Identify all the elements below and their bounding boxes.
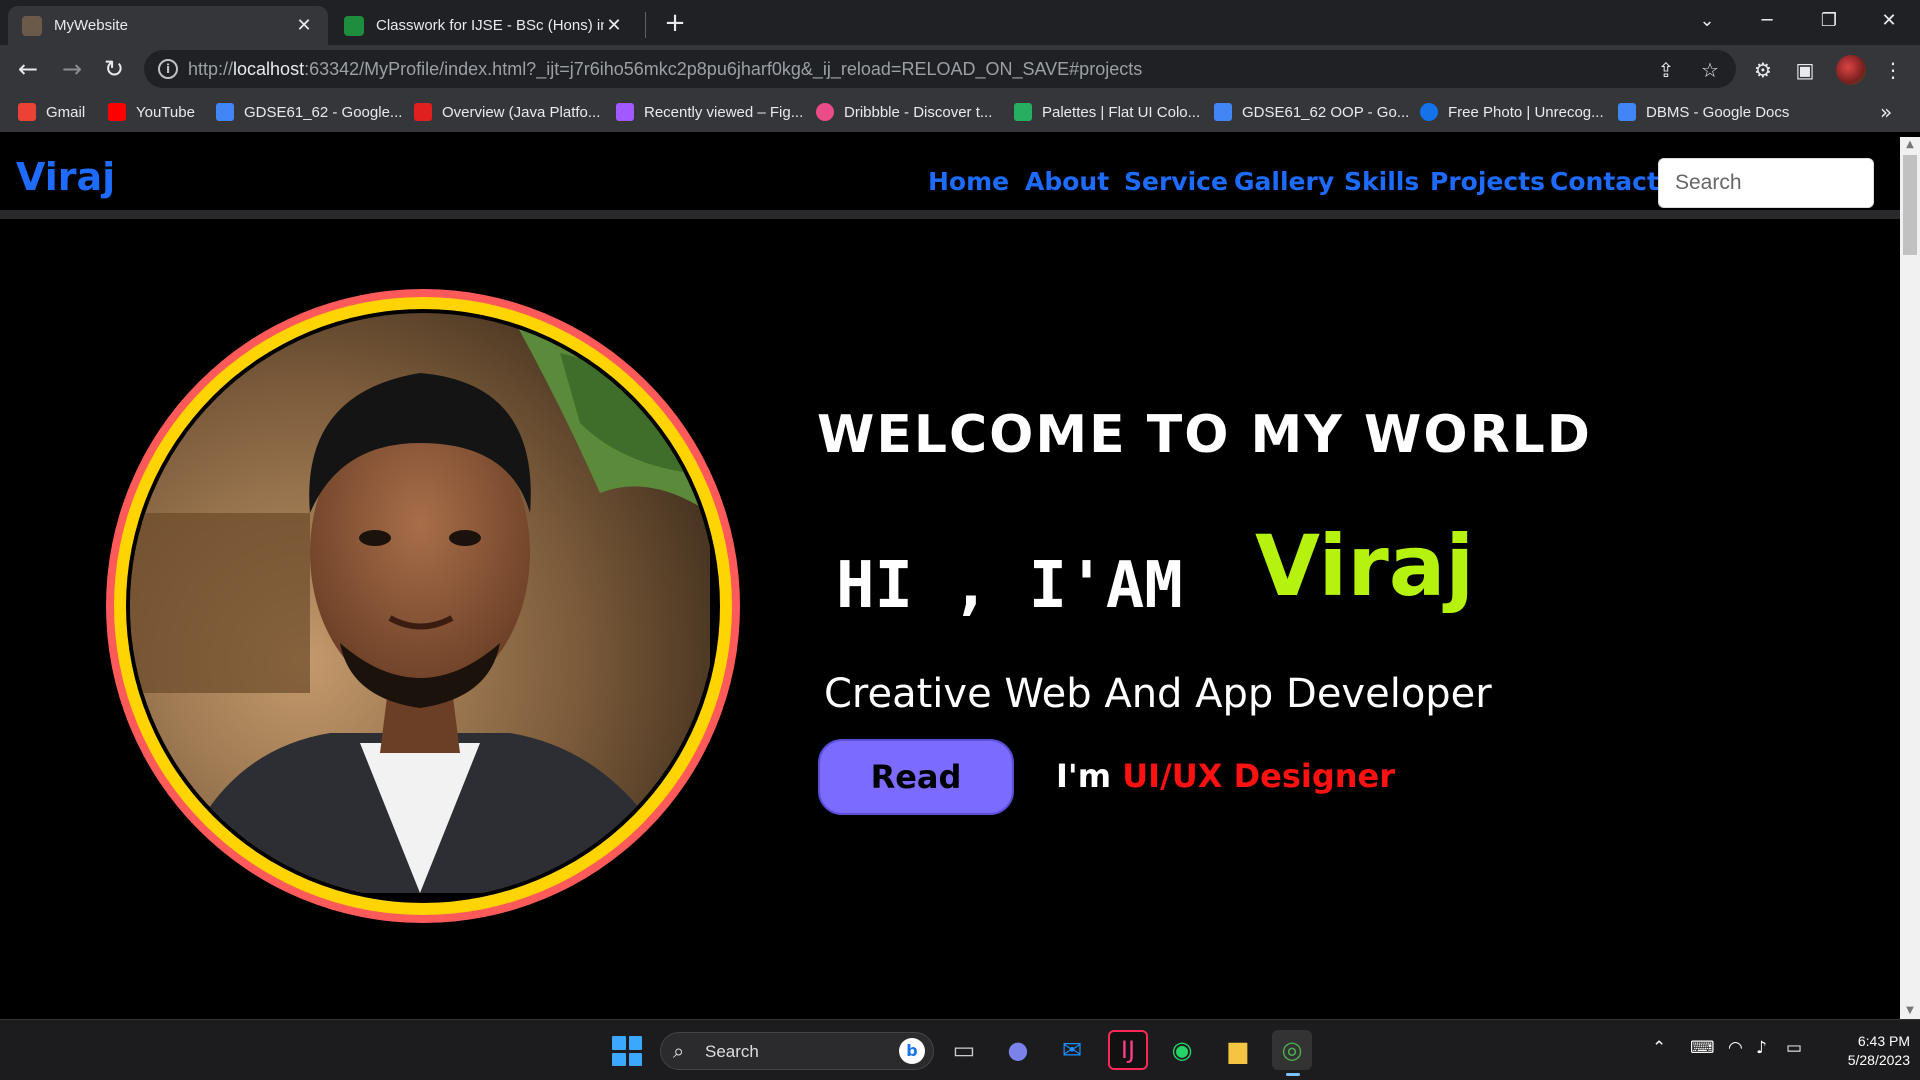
more-bookmarks-icon[interactable]: »: [1880, 100, 1892, 124]
profile-photo: [130, 313, 716, 899]
mail-icon[interactable]: ✉: [1052, 1030, 1092, 1070]
bookmark-gdse-oop[interactable]: GDSE61_62 OOP - Go...: [1214, 100, 1409, 124]
tab-title: MyWebsite: [54, 17, 128, 34]
battery-icon[interactable]: ▭: [1786, 1038, 1802, 1058]
typing-highlight: UI/UX Designer: [1122, 757, 1396, 795]
bookmark-java-overview[interactable]: Overview (Java Platfo...: [414, 100, 600, 124]
page-scrollbar[interactable]: ▲ ▼: [1900, 137, 1920, 1019]
tab-search-icon[interactable]: ⌄: [1684, 4, 1730, 38]
hero-name: Viraj: [1255, 517, 1475, 615]
classroom-favicon-icon: [344, 15, 364, 36]
bing-icon[interactable]: b: [899, 1038, 925, 1064]
wifi-icon[interactable]: ◠: [1728, 1038, 1743, 1058]
close-tab-icon[interactable]: ✕: [294, 15, 314, 36]
intellij-icon[interactable]: IJ: [1108, 1030, 1148, 1070]
docs-icon: [1618, 103, 1636, 121]
nav-contact[interactable]: Contact: [1550, 167, 1659, 196]
start-icon[interactable]: [612, 1036, 642, 1066]
nav-home[interactable]: Home: [928, 167, 1009, 196]
palette-icon: [1014, 103, 1032, 121]
bookmark-flatui[interactable]: Palettes | Flat UI Colo...: [1014, 100, 1200, 124]
nav-about[interactable]: About: [1025, 167, 1109, 196]
browser-toolbar: ← → ↻ i http://localhost:63342/MyProfile…: [0, 45, 1920, 92]
new-tab-icon[interactable]: +: [660, 6, 690, 40]
bookmark-dbms[interactable]: DBMS - Google Docs: [1618, 100, 1789, 124]
volume-icon[interactable]: ♪: [1756, 1038, 1767, 1058]
dribbble-icon: [816, 103, 834, 121]
chrome-icon[interactable]: ◎: [1272, 1030, 1312, 1070]
menu-kebab-icon[interactable]: ⋮: [1880, 57, 1906, 83]
whatsapp-icon[interactable]: ◉: [1162, 1030, 1202, 1070]
extensions-icon[interactable]: ⚙: [1750, 57, 1776, 83]
forward-icon[interactable]: →: [56, 53, 88, 85]
tab-title: Classwork for IJSE - BSc (Hons) in Cc: [376, 17, 604, 34]
side-panel-icon[interactable]: ▣: [1792, 57, 1818, 83]
gmail-icon: [18, 103, 36, 121]
search-icon: ⌕: [673, 1039, 685, 1063]
back-icon[interactable]: ←: [12, 53, 44, 85]
minimize-icon[interactable]: ─: [1744, 4, 1790, 38]
reload-icon[interactable]: ↻: [98, 53, 130, 85]
search-input[interactable]: [1658, 158, 1874, 208]
figma-icon: [616, 103, 634, 121]
nav-projects[interactable]: Projects: [1430, 167, 1545, 196]
web-page: Viraj Home About Service Gallery Skills …: [0, 137, 1900, 1019]
tab-strip: MyWebsite ✕ Classwork for IJSE - BSc (Ho…: [0, 0, 1920, 45]
scroll-thumb[interactable]: [1903, 155, 1917, 255]
site-favicon-icon: [22, 15, 42, 36]
photo-ring: [114, 297, 732, 915]
welcome-heading: WELCOME TO MY WORLD: [817, 405, 1592, 465]
portrait-illustration: [130, 313, 710, 893]
show-hidden-icon[interactable]: ⌃: [1652, 1038, 1666, 1058]
scroll-up-icon[interactable]: ▲: [1900, 137, 1920, 153]
scroll-down-icon[interactable]: ▼: [1900, 1003, 1920, 1019]
windows-taskbar: ⌕ Search b ▭ ● ✉ IJ ◉ ▆ ◎ ⌃ ⌨ ◠ ♪ ▭ 6:43…: [0, 1019, 1920, 1080]
clock-date: 5/28/2023: [1847, 1052, 1910, 1068]
bookmark-dribbble[interactable]: Dribbble - Discover t...: [816, 100, 992, 124]
close-window-icon[interactable]: ✕: [1866, 4, 1912, 38]
tab-mywebsite[interactable]: MyWebsite ✕: [8, 6, 328, 45]
site-header: Viraj Home About Service Gallery Skills …: [0, 137, 1900, 219]
tab-divider: [645, 12, 646, 38]
file-explorer-icon[interactable]: ▆: [1218, 1030, 1258, 1070]
read-more-button[interactable]: Read More: [818, 739, 1014, 868]
close-tab-icon[interactable]: ✕: [604, 15, 624, 36]
role-subtitle: Creative Web And App Developer: [824, 671, 1492, 717]
oracle-icon: [414, 103, 432, 121]
tab-classwork[interactable]: Classwork for IJSE - BSc (Hons) in Cc ✕: [330, 6, 638, 45]
site-logo[interactable]: Viraj: [16, 155, 115, 199]
url-text[interactable]: http://localhost:63342/MyProfile/index.h…: [188, 59, 1142, 80]
bookmark-figma[interactable]: Recently viewed – Fig...: [616, 100, 803, 124]
teams-icon[interactable]: ●: [998, 1030, 1038, 1070]
task-view-icon[interactable]: ▭: [944, 1030, 984, 1070]
clock[interactable]: 6:43 PM 5/28/2023: [1820, 1032, 1910, 1070]
nav-gallery[interactable]: Gallery: [1234, 167, 1334, 196]
site-info-icon[interactable]: i: [158, 59, 178, 79]
bookmark-gmail[interactable]: Gmail: [18, 100, 85, 124]
freepik-icon: [1420, 103, 1438, 121]
share-icon[interactable]: ⇪: [1654, 58, 1678, 82]
photo-ring-inner: [126, 309, 720, 903]
youtube-icon: [108, 103, 126, 121]
profile-avatar[interactable]: [1836, 55, 1866, 85]
keyboard-icon[interactable]: ⌨: [1690, 1038, 1715, 1058]
address-bar[interactable]: i http://localhost:63342/MyProfile/index…: [144, 50, 1736, 88]
bookmark-freepik[interactable]: Free Photo | Unrecog...: [1420, 100, 1604, 124]
clock-time: 6:43 PM: [1857, 1033, 1910, 1049]
docs-icon: [216, 103, 234, 121]
bookmark-star-icon[interactable]: ☆: [1698, 58, 1722, 82]
bookmarks-bar: Gmail YouTube GDSE61_62 - Google... Over…: [0, 92, 1920, 132]
greeting-text: HI , I'AM: [836, 549, 1183, 623]
bookmark-youtube[interactable]: YouTube: [108, 100, 195, 124]
profile-photo-frame: [106, 289, 740, 923]
restore-icon[interactable]: ❐: [1806, 4, 1852, 38]
docs-icon: [1214, 103, 1232, 121]
taskbar-search[interactable]: ⌕ Search b: [660, 1032, 934, 1070]
nav-skills[interactable]: Skills: [1344, 167, 1419, 196]
nav-service[interactable]: Service: [1124, 167, 1228, 196]
typing-text: I'm UI/UX Designer: [1056, 757, 1396, 795]
bookmark-gdse-docs[interactable]: GDSE61_62 - Google...: [216, 100, 402, 124]
active-app-indicator: [1286, 1073, 1300, 1076]
